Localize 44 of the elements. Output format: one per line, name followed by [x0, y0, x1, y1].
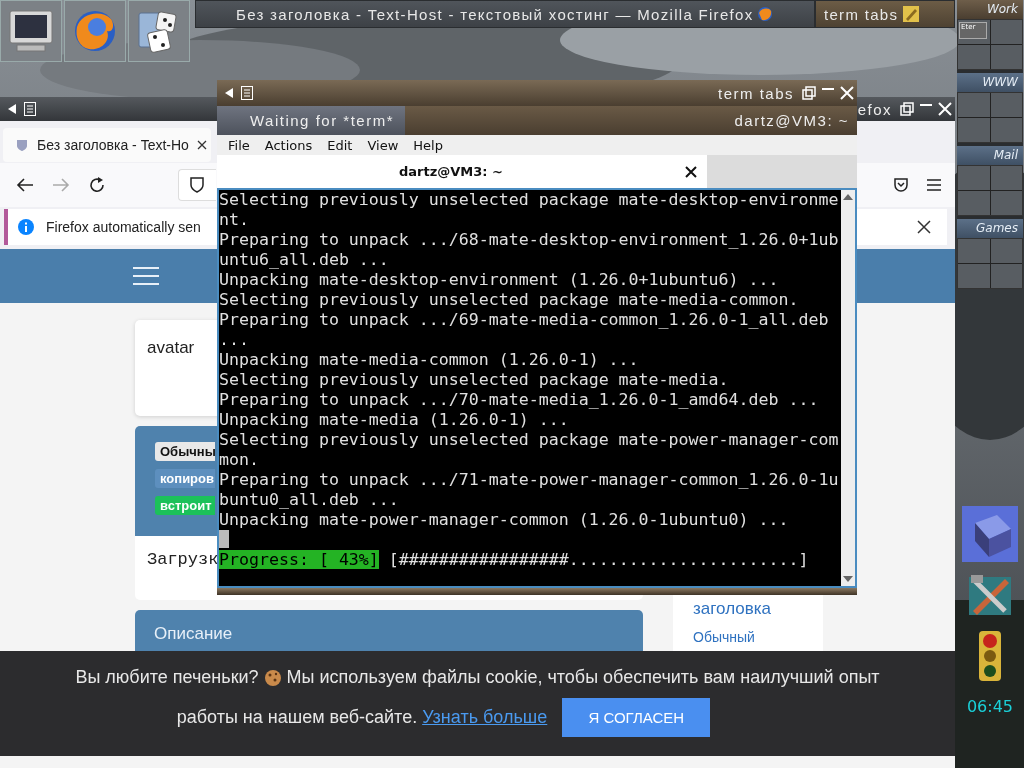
menu-item[interactable]: View [367, 137, 399, 153]
sidebar-link[interactable]: Обычный [693, 629, 803, 645]
terminal-line: Unpacking mate-media-common (1.26.0-1) ... [219, 350, 640, 370]
sidebar-title[interactable]: заголовка [693, 599, 803, 619]
desk-label[interactable]: Games [957, 219, 1023, 238]
window-tab[interactable]: dartz@VM3: ~ [405, 106, 857, 135]
terminal-line: Selecting previously unselected package mate-power-manager-com [219, 430, 840, 450]
tag-button[interactable]: Обычны [155, 442, 215, 461]
taskbar-button[interactable]: Без заголовка - Text-Host - текстовый хостинг — Mozilla Firefox [195, 0, 815, 28]
taskbar-button[interactable]: term tabs [815, 0, 955, 28]
learn-more-link[interactable]: Узнать больше [422, 707, 548, 727]
terminal-line: Unpacking mate-power-manager-common (1.26.0-1ubuntu0) ... [219, 510, 790, 530]
terminal-line: Unpacking mate-desktop-environment (1.26.0+1ubuntu6) ... [219, 270, 780, 290]
browser-tab[interactable]: Без заголовка - Text-Ho [3, 128, 211, 162]
terminal-tab[interactable]: dartz@VM3: ~ [217, 155, 707, 188]
menu-item[interactable]: Help [413, 137, 443, 153]
progress-label: Progress: [ 43%] [219, 550, 379, 569]
terminal-line: nt. [219, 210, 250, 230]
desk-label[interactable]: Mail [957, 146, 1023, 165]
terminal-line: untu6_all.deb ... [219, 250, 390, 270]
cookie-notice-text: работы на нашем веб-сайте. Узнать больше [176, 707, 548, 728]
loading-text: Загрузк [147, 550, 219, 569]
tag-button[interactable]: копиров [155, 469, 215, 488]
progress-bar-text: [#################.......................] [388, 550, 809, 569]
notification-text: Firefox automatically sen [46, 219, 201, 235]
cookie-notice-text: Мы используем файлы cookie, чтобы обеспечить вам наилучший опыт [286, 667, 880, 688]
terminal-line: Preparing to unpack .../68-mate-desktop-environment_1.26.0+1ub [219, 230, 840, 250]
window-tab[interactable]: Waiting for *term* [217, 106, 405, 135]
desk-label[interactable]: WWW [957, 73, 1023, 92]
menu-item[interactable]: File [228, 137, 250, 153]
terminal-line: buntu0_all.deb ... [219, 490, 400, 510]
desk-label[interactable]: Work [957, 0, 1023, 19]
terminal-line: Selecting previously unselected package mate-desktop-environme [219, 190, 840, 210]
clock: 06:45 [966, 697, 1014, 716]
terminal-line: ... [219, 330, 250, 350]
window-title: efox [857, 100, 892, 118]
menu-item[interactable]: Edit [327, 137, 353, 153]
menu-item[interactable]: Actions [264, 137, 313, 153]
terminal-line: Preparing to unpack .../71-mate-power-manager-common_1.26.0-1u [219, 470, 840, 490]
section-title: Описание [154, 624, 233, 643]
terminal-line: Selecting previously unselected package mate-media-common. [219, 290, 800, 310]
terminal-line: mon. [219, 450, 260, 470]
cookie-question: Вы любите печеньки? [75, 667, 259, 688]
window-title: term tabs [717, 84, 794, 102]
